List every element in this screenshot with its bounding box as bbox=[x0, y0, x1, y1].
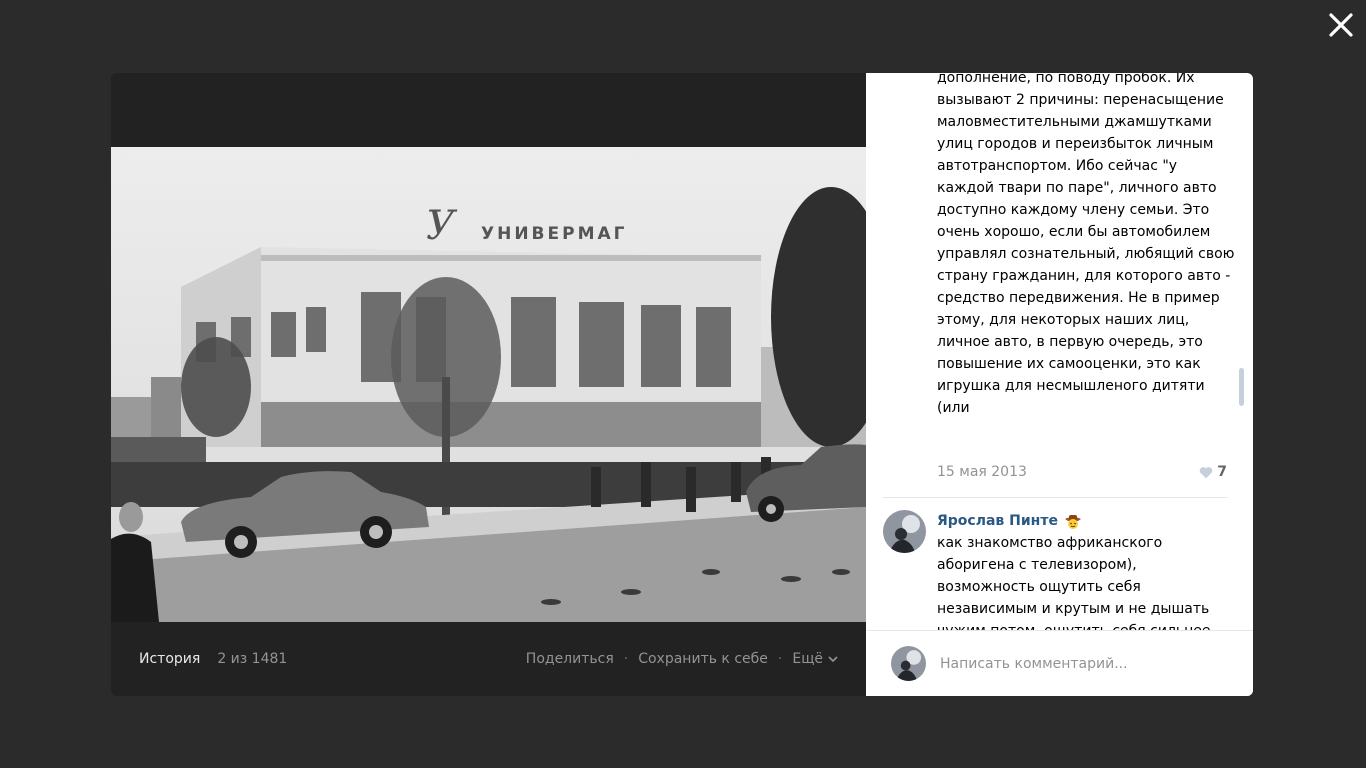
scrollbar[interactable] bbox=[1239, 368, 1244, 406]
comment-meta: 15 мая 2013 7 bbox=[937, 464, 1227, 480]
heart-icon bbox=[1199, 466, 1213, 478]
chevron-down-icon bbox=[828, 655, 838, 662]
author-name: Ярослав Пинте bbox=[937, 513, 1058, 529]
photo-footer: История 2 из 1481 Поделиться · Сохранить… bbox=[111, 622, 866, 696]
photo-viewer: У УНИВЕРМАГ История 2 из 1481 Поделиться… bbox=[111, 73, 1253, 696]
svg-text:У: У bbox=[426, 203, 458, 249]
photo-counter: 2 из 1481 bbox=[217, 651, 288, 667]
album-link[interactable]: История bbox=[139, 651, 200, 667]
like-count: 7 bbox=[1217, 464, 1227, 480]
avatar bbox=[891, 646, 926, 681]
comment-input[interactable] bbox=[938, 649, 1238, 679]
photo-area: У УНИВЕРМАГ bbox=[111, 73, 866, 622]
like-button[interactable]: 7 bbox=[1199, 464, 1227, 480]
cowboy-emoji-icon bbox=[1064, 515, 1081, 529]
close-icon[interactable] bbox=[1326, 10, 1356, 40]
more-label: Ещё bbox=[792, 651, 823, 667]
comment-composer bbox=[866, 630, 1253, 696]
comments-sidebar: дополнение, по поводу пробок. Их вызываю… bbox=[866, 73, 1253, 696]
save-to-self-button[interactable]: Сохранить к себе bbox=[638, 651, 768, 667]
comment-author[interactable]: Ярослав Пинте bbox=[937, 510, 1082, 532]
comment-text: дополнение, по поводу пробок. Их вызываю… bbox=[937, 73, 1235, 416]
comment-text: как знакомство африканского аборигена с … bbox=[937, 535, 1211, 630]
photo-actions: Поделиться · Сохранить к себе · Ещё bbox=[526, 651, 838, 667]
store-sign: УНИВЕРМАГ bbox=[481, 224, 628, 244]
separator-dot: · bbox=[777, 651, 783, 667]
separator-dot: · bbox=[623, 651, 629, 667]
photo[interactable]: У УНИВЕРМАГ bbox=[111, 147, 866, 622]
comment-divider bbox=[883, 497, 1228, 498]
avatar[interactable] bbox=[883, 510, 926, 553]
share-button[interactable]: Поделиться bbox=[526, 651, 614, 667]
more-button[interactable]: Ещё bbox=[792, 651, 838, 667]
comment-date[interactable]: 15 мая 2013 bbox=[937, 464, 1027, 480]
comments-list: дополнение, по поводу пробок. Их вызываю… bbox=[866, 73, 1253, 630]
